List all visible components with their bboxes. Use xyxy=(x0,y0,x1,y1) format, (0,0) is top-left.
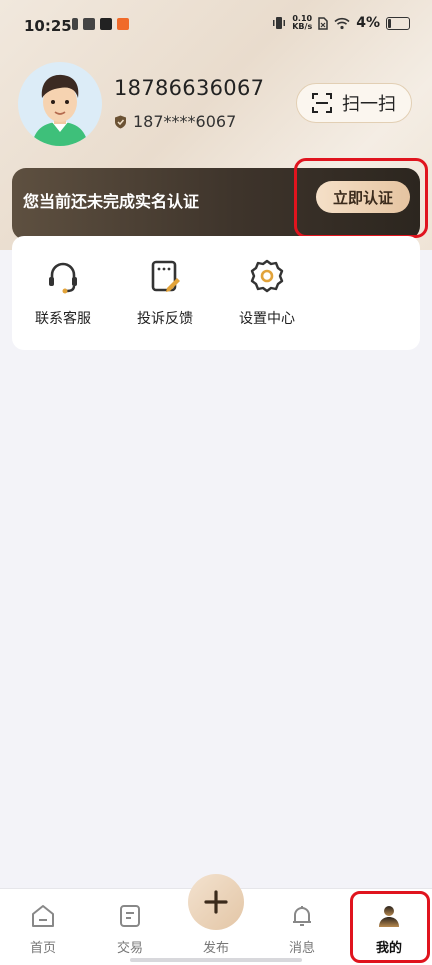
feedback-icon xyxy=(151,260,180,292)
menu-label: 设置中心 xyxy=(239,311,295,327)
headset-icon xyxy=(49,262,77,294)
service-menu-card: 联系客服 投诉反馈 设置中心 xyxy=(12,236,420,350)
bell-icon xyxy=(293,906,311,926)
status-bar: 10:25 0.10 KB/s 4% xyxy=(0,0,432,50)
wifi-icon xyxy=(334,17,350,29)
highlight-box-mine-tab xyxy=(350,891,430,963)
plus-icon xyxy=(204,890,228,914)
status-time: 10:25 xyxy=(24,17,72,35)
home-icon xyxy=(32,905,54,927)
tab-label: 消息 xyxy=(288,941,315,956)
vibrate-icon xyxy=(273,17,286,29)
verification-text: 您当前还未完成实名认证 xyxy=(23,192,200,211)
masked-phone-row: 187****6067 xyxy=(114,112,236,131)
document-icon xyxy=(120,905,140,927)
tab-message[interactable]: 消息 xyxy=(272,903,332,956)
battery-percent: 4% xyxy=(356,15,380,31)
scan-label: 扫一扫 xyxy=(342,94,396,115)
menu-item-settings[interactable]: 设置中心 xyxy=(222,256,312,328)
menu-label: 联系客服 xyxy=(35,311,91,327)
tab-label: 首页 xyxy=(29,941,56,956)
tab-label: 交易 xyxy=(116,941,143,956)
home-indicator[interactable] xyxy=(130,958,302,962)
menu-label: 投诉反馈 xyxy=(137,311,193,327)
masked-phone: 187****6067 xyxy=(133,112,237,131)
publish-button[interactable] xyxy=(188,874,244,930)
tiktok-icon xyxy=(100,18,112,30)
avatar[interactable] xyxy=(18,62,102,146)
tab-trade[interactable]: 交易 xyxy=(100,903,160,956)
tab-home[interactable]: 首页 xyxy=(13,903,73,956)
app-notification-icon xyxy=(117,18,129,30)
scan-icon xyxy=(312,93,332,113)
network-speed-unit: KB/s xyxy=(292,22,313,31)
mail-icon xyxy=(83,18,95,30)
scan-button[interactable]: 扫一扫 xyxy=(296,83,412,123)
menu-item-complaint-feedback[interactable]: 投诉反馈 xyxy=(120,256,210,328)
highlight-box-verify xyxy=(294,158,428,238)
gear-icon xyxy=(250,259,284,293)
no-sim-icon xyxy=(318,16,328,30)
battery-icon xyxy=(386,16,410,30)
user-phone: 18786636067 xyxy=(114,76,265,100)
network-speed: 0.10 KB/s xyxy=(292,15,312,31)
notification-icons xyxy=(72,18,129,30)
sim-icon xyxy=(72,18,78,30)
status-right: 0.10 KB/s 4% xyxy=(272,15,410,31)
tab-label-publish: 发布 xyxy=(202,941,229,956)
menu-item-customer-service[interactable]: 联系客服 xyxy=(18,256,108,328)
avatar-illustration-icon xyxy=(32,74,88,146)
shield-icon xyxy=(115,115,126,128)
